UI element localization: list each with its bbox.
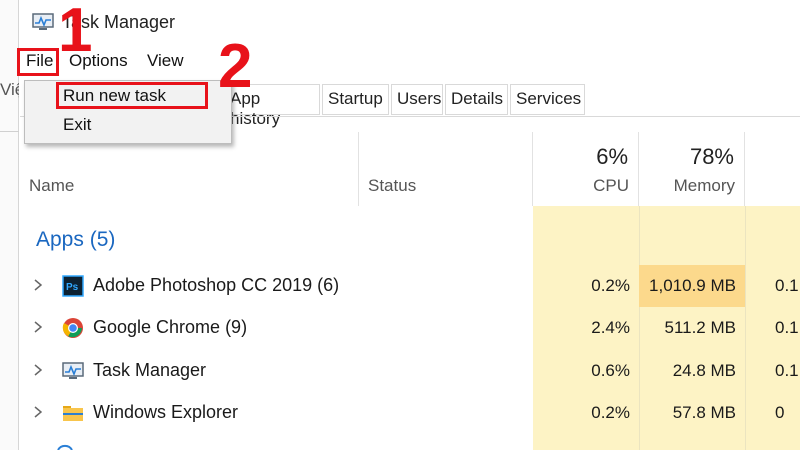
process-cpu: 2.4% <box>591 318 630 337</box>
process-row[interactable]: Task Manager 0.6% 24.8 MB 0.1 <box>20 350 800 392</box>
partial-row-icon <box>57 444 73 450</box>
cpu-total-percent: 6% <box>596 144 628 169</box>
svg-text:Ps: Ps <box>66 282 79 293</box>
process-cpu: 0.2% <box>591 403 630 422</box>
background-window-text: Việ <box>0 80 19 99</box>
menu-bar: File Options View <box>20 48 800 76</box>
process-memory: 1,010.9 MB <box>649 276 736 295</box>
tab-users[interactable]: Users <box>391 84 443 115</box>
chevron-right-icon[interactable] <box>34 279 42 291</box>
tab-details[interactable]: Details <box>445 84 508 115</box>
run-new-task-highlight-box <box>56 82 208 109</box>
title-bar: Task Manager <box>20 0 800 48</box>
chrome-icon <box>62 318 83 338</box>
column-cpu-label: CPU <box>593 176 629 195</box>
column-cpu[interactable]: 6% CPU <box>533 132 639 206</box>
tab-services[interactable]: Services <box>510 84 585 115</box>
process-row[interactable]: Ps Adobe Photoshop CC 2019 (6) 0.2% 1,01… <box>20 265 800 307</box>
photoshop-icon: Ps <box>62 275 84 297</box>
process-memory: 24.8 MB <box>672 361 736 380</box>
task-manager-icon <box>62 362 84 379</box>
process-disk: 0.1 <box>775 361 799 380</box>
column-name-label: Name <box>29 176 75 195</box>
process-name: Task Manager <box>93 360 207 380</box>
file-highlight-box <box>17 48 59 76</box>
process-memory: 57.8 MB <box>672 403 736 422</box>
menu-view[interactable]: View <box>147 51 184 71</box>
chevron-right-icon[interactable] <box>34 321 42 333</box>
process-disk: 0.1 <box>775 276 799 295</box>
step-1-label: 1 <box>58 0 93 65</box>
column-memory[interactable]: 78% Memory <box>639 132 745 206</box>
process-name: Google Chrome (9) <box>93 317 248 337</box>
process-name: Windows Explorer <box>93 402 239 422</box>
folder-icon <box>63 406 83 421</box>
menu-item-exit[interactable]: Exit <box>63 115 91 135</box>
column-status[interactable]: Status <box>359 132 533 206</box>
step-2-label: 2 <box>218 32 253 101</box>
process-name: Adobe Photoshop CC 2019 (6) <box>93 275 340 295</box>
process-row[interactable]: Windows Explorer 0.2% 57.8 MB 0 <box>20 392 800 434</box>
memory-total-percent: 78% <box>689 144 734 169</box>
chevron-right-icon[interactable] <box>34 364 42 376</box>
apps-group-title: Apps (5) <box>36 228 116 251</box>
column-status-label: Status <box>368 176 417 195</box>
process-disk: 0 <box>775 403 785 422</box>
column-memory-label: Memory <box>673 176 735 195</box>
tab-startup[interactable]: Startup <box>322 84 389 115</box>
process-memory: 511.2 MB <box>664 318 736 337</box>
process-row[interactable]: Google Chrome (9) 2.4% 511.2 MB 0.1 <box>20 307 800 349</box>
process-cpu: 0.2% <box>591 276 630 295</box>
process-disk: 0.1 <box>775 318 799 337</box>
task-manager-icon <box>32 13 54 30</box>
process-cpu: 0.6% <box>591 361 630 380</box>
chevron-right-icon[interactable] <box>34 406 42 418</box>
background-divider <box>0 131 19 132</box>
